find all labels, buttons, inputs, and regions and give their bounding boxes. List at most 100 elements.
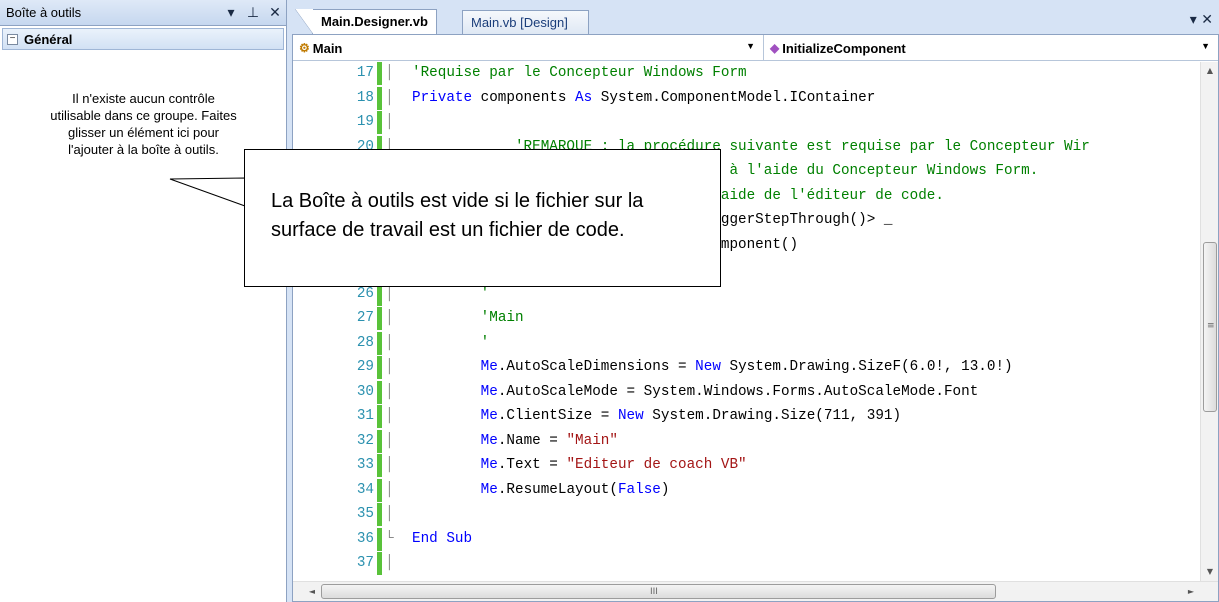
collapse-icon[interactable]: − bbox=[7, 33, 18, 45]
code-token: Me bbox=[480, 481, 498, 498]
line-number: 36 bbox=[356, 530, 374, 547]
toolbox-panel: Boîte à outils ▾ ⊥ ✕ − Général Il n'exis… bbox=[0, 0, 287, 602]
vertical-scroll-thumb[interactable]: ≡ bbox=[1203, 242, 1217, 412]
code-token: Me bbox=[480, 432, 498, 449]
code-line[interactable]: 33 │ Me.Text = "Editeur de coach VB" bbox=[293, 454, 1198, 477]
code-line[interactable]: 30 │ Me.AutoScaleMode = System.Windows.Fo… bbox=[293, 380, 1198, 404]
code-token: False bbox=[617, 481, 661, 498]
scroll-up-icon[interactable]: ▲ bbox=[1201, 62, 1219, 80]
line-number: 37 bbox=[356, 555, 374, 571]
method-dropdown-value: InitializeComponent bbox=[782, 40, 906, 56]
code-token: .AutoScaleMode = System.Windows.Forms.Au… bbox=[497, 383, 979, 400]
code-line[interactable]: 31 │ Me.ClientSize = New System.Drawing.S… bbox=[293, 405, 1198, 428]
toolbox-group-general[interactable]: − Général bbox=[2, 28, 284, 50]
code-token: components bbox=[472, 89, 576, 106]
code-line[interactable]: 19 │ bbox=[293, 111, 1198, 134]
tab-main-designer-vb[interactable]: Main.Designer.vb bbox=[295, 9, 437, 34]
grip-icon: III bbox=[650, 587, 658, 597]
class-dropdown[interactable]: ⚙ Main ▼ bbox=[293, 35, 764, 61]
chevron-down-icon[interactable]: ▼ bbox=[746, 41, 755, 51]
code-token: ) bbox=[660, 481, 670, 498]
outline-margin: │ bbox=[385, 457, 394, 473]
code-line[interactable]: 37 │ bbox=[293, 552, 1198, 575]
code-editor[interactable]: ⚙ Main ▼ ◆ InitializeComponent ▼ 17 │ 'Req… bbox=[292, 34, 1219, 602]
code-token: "Main" bbox=[566, 432, 618, 449]
code-token: Private bbox=[412, 89, 473, 106]
change-marker bbox=[377, 429, 382, 453]
change-marker bbox=[377, 405, 382, 428]
callout-text: La Boîte à outils est vide si le fichier… bbox=[271, 190, 644, 241]
pin-icon[interactable]: ⊥ bbox=[242, 4, 264, 21]
scroll-right-icon[interactable]: ► bbox=[1182, 582, 1200, 602]
change-marker bbox=[377, 62, 382, 85]
code-token: New bbox=[695, 359, 721, 375]
line-number: 34 bbox=[356, 481, 374, 498]
navigation-bar: ⚙ Main ▼ ◆ InitializeComponent ▼ bbox=[293, 35, 1218, 61]
code-text: 'Requise par le Concepteur Windows Form bbox=[412, 62, 747, 85]
outline-margin: │ bbox=[385, 506, 394, 522]
code-line[interactable]: 32 │ Me.Name = "Main" bbox=[293, 429, 1198, 453]
method-dropdown[interactable]: ◆ InitializeComponent ▼ bbox=[764, 35, 1218, 61]
code-line[interactable]: 27 │ 'Main bbox=[293, 307, 1198, 330]
close-icon[interactable]: ✕ bbox=[264, 4, 286, 21]
outline-margin: │ bbox=[385, 359, 394, 375]
code-text: Me.Name = "Main" bbox=[412, 430, 618, 453]
horizontal-scrollbar[interactable]: ◄ III ► bbox=[293, 581, 1218, 601]
scroll-down-icon[interactable]: ▼ bbox=[1201, 563, 1219, 581]
outline-margin: │ bbox=[385, 65, 394, 81]
code-text: 'Main bbox=[412, 307, 524, 330]
change-marker bbox=[377, 503, 382, 526]
tab-controls[interactable]: ▾ ✕ bbox=[1190, 12, 1213, 28]
outline-margin: │ bbox=[385, 481, 394, 498]
line-number: 30 bbox=[356, 383, 374, 400]
change-marker bbox=[377, 454, 382, 477]
code-token: 'Main bbox=[480, 310, 524, 326]
line-number: 35 bbox=[356, 506, 374, 522]
code-token: .ResumeLayout( bbox=[497, 481, 618, 498]
toolbox-header: Boîte à outils ▾ ⊥ ✕ bbox=[0, 0, 286, 26]
outline-margin: │ bbox=[385, 334, 394, 351]
line-number: 29 bbox=[356, 359, 374, 375]
vertical-scrollbar[interactable]: ▲ ≡ ▼ bbox=[1200, 62, 1218, 581]
code-line[interactable]: 35 │ bbox=[293, 503, 1198, 526]
code-token: .Name = bbox=[497, 432, 567, 449]
code-line[interactable]: 28 │ ' bbox=[293, 331, 1198, 355]
change-marker bbox=[377, 552, 382, 575]
code-token: .AutoScaleDimensions = bbox=[497, 359, 696, 375]
chevron-down-icon[interactable]: ▼ bbox=[1201, 41, 1210, 51]
line-number: 33 bbox=[356, 457, 374, 473]
code-text: Private components As System.ComponentMo… bbox=[412, 87, 875, 110]
class-dropdown-value: Main bbox=[312, 40, 343, 56]
change-marker bbox=[377, 111, 382, 134]
toolbox-title: Boîte à outils bbox=[6, 5, 82, 20]
code-line[interactable]: 17 │ 'Requise par le Concepteur Windows Fo… bbox=[293, 62, 1198, 85]
callout-box: La Boîte à outils est vide si le fichier… bbox=[244, 149, 721, 287]
horizontal-scroll-thumb[interactable]: III bbox=[321, 584, 996, 599]
change-marker bbox=[377, 307, 382, 330]
code-token: ' bbox=[480, 334, 490, 351]
window-position-icon[interactable]: ▾ bbox=[220, 4, 242, 21]
method-icon: ◆ bbox=[770, 41, 780, 55]
code-token: As bbox=[575, 89, 593, 106]
change-marker bbox=[377, 86, 382, 110]
grip-icon: ≡ bbox=[1207, 321, 1215, 331]
code-area[interactable]: 17 │ 'Requise par le Concepteur Windows Fo… bbox=[293, 62, 1198, 579]
change-marker bbox=[377, 356, 382, 379]
tab-main-vb-design[interactable]: Main.vb [Design] bbox=[462, 10, 589, 34]
code-line[interactable]: 29 │ Me.AutoScaleDimensions = New System.… bbox=[293, 356, 1198, 379]
code-text: Me.Text = "Editeur de coach VB" bbox=[412, 454, 747, 477]
code-token: Me bbox=[480, 359, 498, 375]
code-line[interactable]: 36 └ End Sub bbox=[293, 527, 1198, 551]
code-line[interactable]: 34 │ Me.ResumeLayout(False) bbox=[293, 478, 1198, 502]
scroll-left-icon[interactable]: ◄ bbox=[303, 582, 321, 602]
code-token: New bbox=[617, 408, 644, 424]
code-token: System.Drawing.SizeF(6.0!, 13.0!) bbox=[720, 359, 1013, 375]
toolbox-empty-message: Il n'existe aucun contrôle utilisable da… bbox=[50, 91, 237, 157]
code-text: End Sub bbox=[412, 528, 472, 551]
change-marker bbox=[377, 478, 382, 502]
code-line[interactable]: 18 │ Private components As System.Componen… bbox=[293, 86, 1198, 110]
